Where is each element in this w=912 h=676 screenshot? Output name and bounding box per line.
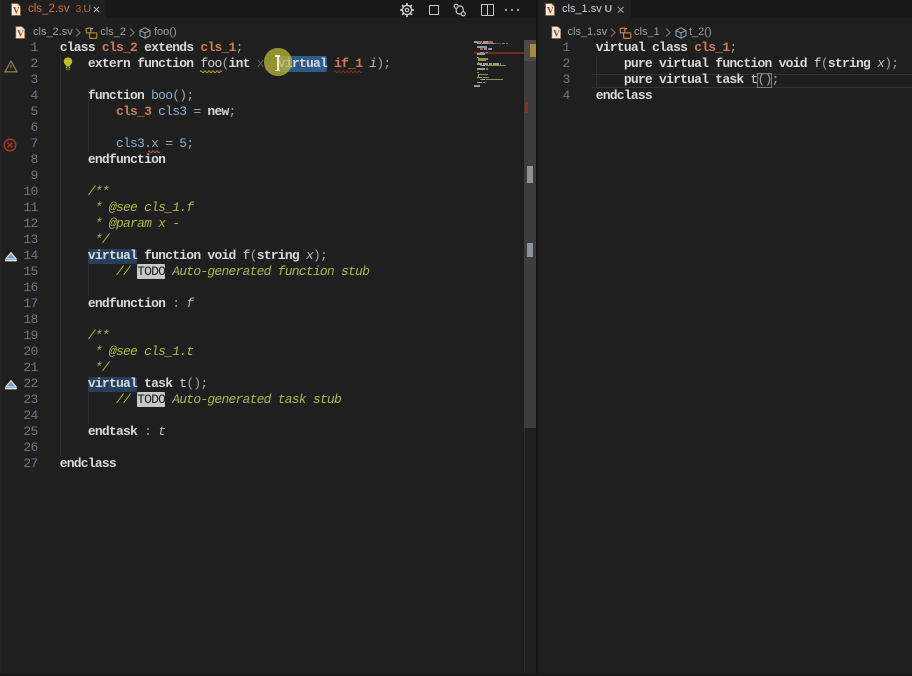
svg-text:V: V	[17, 28, 24, 38]
svg-text:V: V	[553, 28, 560, 38]
svg-text:V: V	[13, 5, 20, 15]
svg-text:V: V	[547, 5, 554, 15]
